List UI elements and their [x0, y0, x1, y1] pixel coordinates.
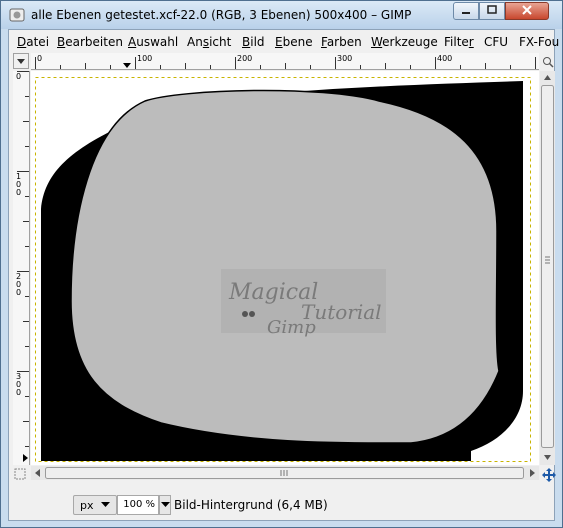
- minimize-icon: [462, 12, 470, 14]
- close-icon: [522, 5, 532, 15]
- vertical-ruler[interactable]: 0 1 0 0 2 0 0 3 0 0: [13, 71, 30, 465]
- title-bar[interactable]: alle Ebenen getestet.xcf-22.0 (RGB, 3 Eb…: [1, 1, 562, 29]
- menu-auswahl[interactable]: Auswahl: [128, 35, 178, 49]
- vscroll-parts: [541, 75, 554, 460]
- gray-shape: [70, 89, 500, 444]
- gimp-app-icon[interactable]: [9, 7, 25, 23]
- menu-bild[interactable]: Bild: [242, 35, 265, 49]
- ruler-label: 100: [137, 54, 153, 63]
- status-info: Bild-Hintergrund (6,4 MB): [174, 498, 328, 512]
- close-button[interactable]: [505, 2, 549, 20]
- zoom-input[interactable]: 100 %: [117, 495, 159, 515]
- image-window-client: Datei Bearbeiten Auswahl Ansicht Bild Eb…: [8, 29, 559, 521]
- gimp-image-window: alle Ebenen getestet.xcf-22.0 (RGB, 3 Eb…: [0, 0, 563, 528]
- minimize-button[interactable]: [453, 2, 479, 20]
- image-canvas[interactable]: Magical Tutorial Gimp: [31, 71, 539, 465]
- ruler-label: 0: [16, 72, 22, 81]
- ruler-label: 0: [37, 54, 43, 63]
- arrow-menu-icon: [17, 59, 25, 64]
- vertical-ruler-ticks: [17, 71, 29, 462]
- ruler-label: 1 0 0: [16, 172, 22, 197]
- ruler-label: 400: [437, 54, 453, 63]
- ruler-label: 200: [237, 54, 253, 63]
- menu-ansicht[interactable]: Ansicht: [187, 35, 231, 49]
- menu-werkzeuge[interactable]: Werkzeuge: [371, 35, 438, 49]
- maximize-button[interactable]: [479, 2, 505, 20]
- unit-selector[interactable]: px: [73, 495, 117, 515]
- chevron-down-icon: [101, 502, 110, 507]
- menu-datei[interactable]: Datei: [17, 35, 49, 49]
- menu-farben[interactable]: Farben: [321, 35, 362, 49]
- status-bar: px 100 % Bild-Hintergrund (6,4 MB): [9, 484, 554, 520]
- horizontal-ruler[interactable]: 0 100 200 300 400: [31, 53, 539, 70]
- menubar: Datei Bearbeiten Auswahl Ansicht Bild Eb…: [9, 30, 559, 52]
- navigate-icon[interactable]: [542, 468, 556, 482]
- maximize-icon: [487, 5, 497, 14]
- ruler-label: 3 0 0: [16, 372, 22, 397]
- ruler-label: 2 0 0: [16, 272, 22, 297]
- menu-filter[interactable]: Filter: [444, 35, 474, 49]
- hscroll-parts: [35, 467, 535, 479]
- menu-cfu[interactable]: CFU: [484, 35, 508, 49]
- unit-value: px: [80, 499, 94, 512]
- chevron-down-icon: [161, 502, 170, 507]
- menu-bearbeiten[interactable]: Bearbeiten: [57, 35, 123, 49]
- window-title: alle Ebenen getestet.xcf-22.0 (RGB, 3 Eb…: [31, 8, 412, 22]
- menu-fx-foundry[interactable]: FX-Fou: [519, 35, 559, 49]
- quick-mask-toggle[interactable]: [13, 53, 29, 69]
- menu-ebene[interactable]: Ebene: [275, 35, 313, 49]
- horizontal-scrollbar[interactable]: [31, 466, 539, 480]
- horizontal-ruler-ticks: [35, 57, 536, 69]
- zoom-fit-icon[interactable]: [542, 56, 554, 68]
- zoom-dropdown-button[interactable]: [159, 495, 171, 515]
- quick-mask-icon[interactable]: [14, 468, 26, 480]
- watermark-eye: [242, 311, 248, 317]
- watermark-text-3: Gimp: [267, 317, 316, 338]
- vertical-scrollbar[interactable]: [540, 71, 555, 465]
- canvas-image: Magical Tutorial Gimp: [31, 71, 539, 465]
- ruler-label: 300: [337, 54, 353, 63]
